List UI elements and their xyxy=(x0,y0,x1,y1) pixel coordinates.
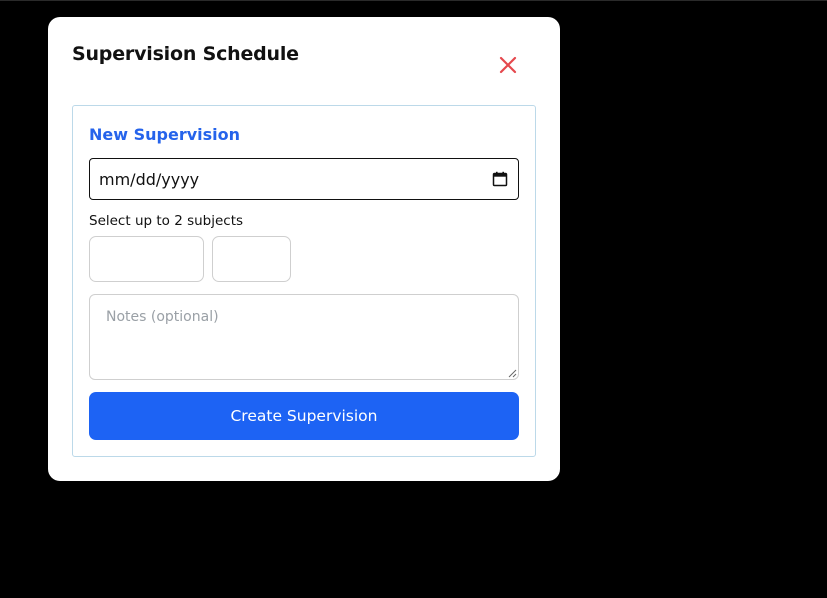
new-supervision-form: New Supervision mm/dd/yyyy Select up to … xyxy=(72,105,536,457)
subject-option-1[interactable] xyxy=(89,236,204,282)
modal-title: Supervision Schedule xyxy=(72,43,299,65)
supervision-schedule-modal: Supervision Schedule New Supervision mm/… xyxy=(48,17,560,481)
date-input[interactable]: mm/dd/yyyy xyxy=(89,158,519,200)
notes-textarea[interactable]: Notes (optional) xyxy=(89,294,519,380)
subject-option-2[interactable] xyxy=(212,236,291,282)
close-button[interactable] xyxy=(496,53,520,77)
form-heading: New Supervision xyxy=(89,125,241,144)
top-border xyxy=(0,0,827,1)
close-icon xyxy=(499,56,517,74)
date-input-value: mm/dd/yyyy xyxy=(99,170,200,189)
notes-placeholder: Notes (optional) xyxy=(106,309,219,325)
subjects-label: Select up to 2 subjects xyxy=(89,213,244,229)
resize-handle-icon[interactable] xyxy=(507,368,517,378)
create-supervision-button[interactable]: Create Supervision xyxy=(89,392,519,440)
calendar-icon[interactable] xyxy=(492,171,508,187)
